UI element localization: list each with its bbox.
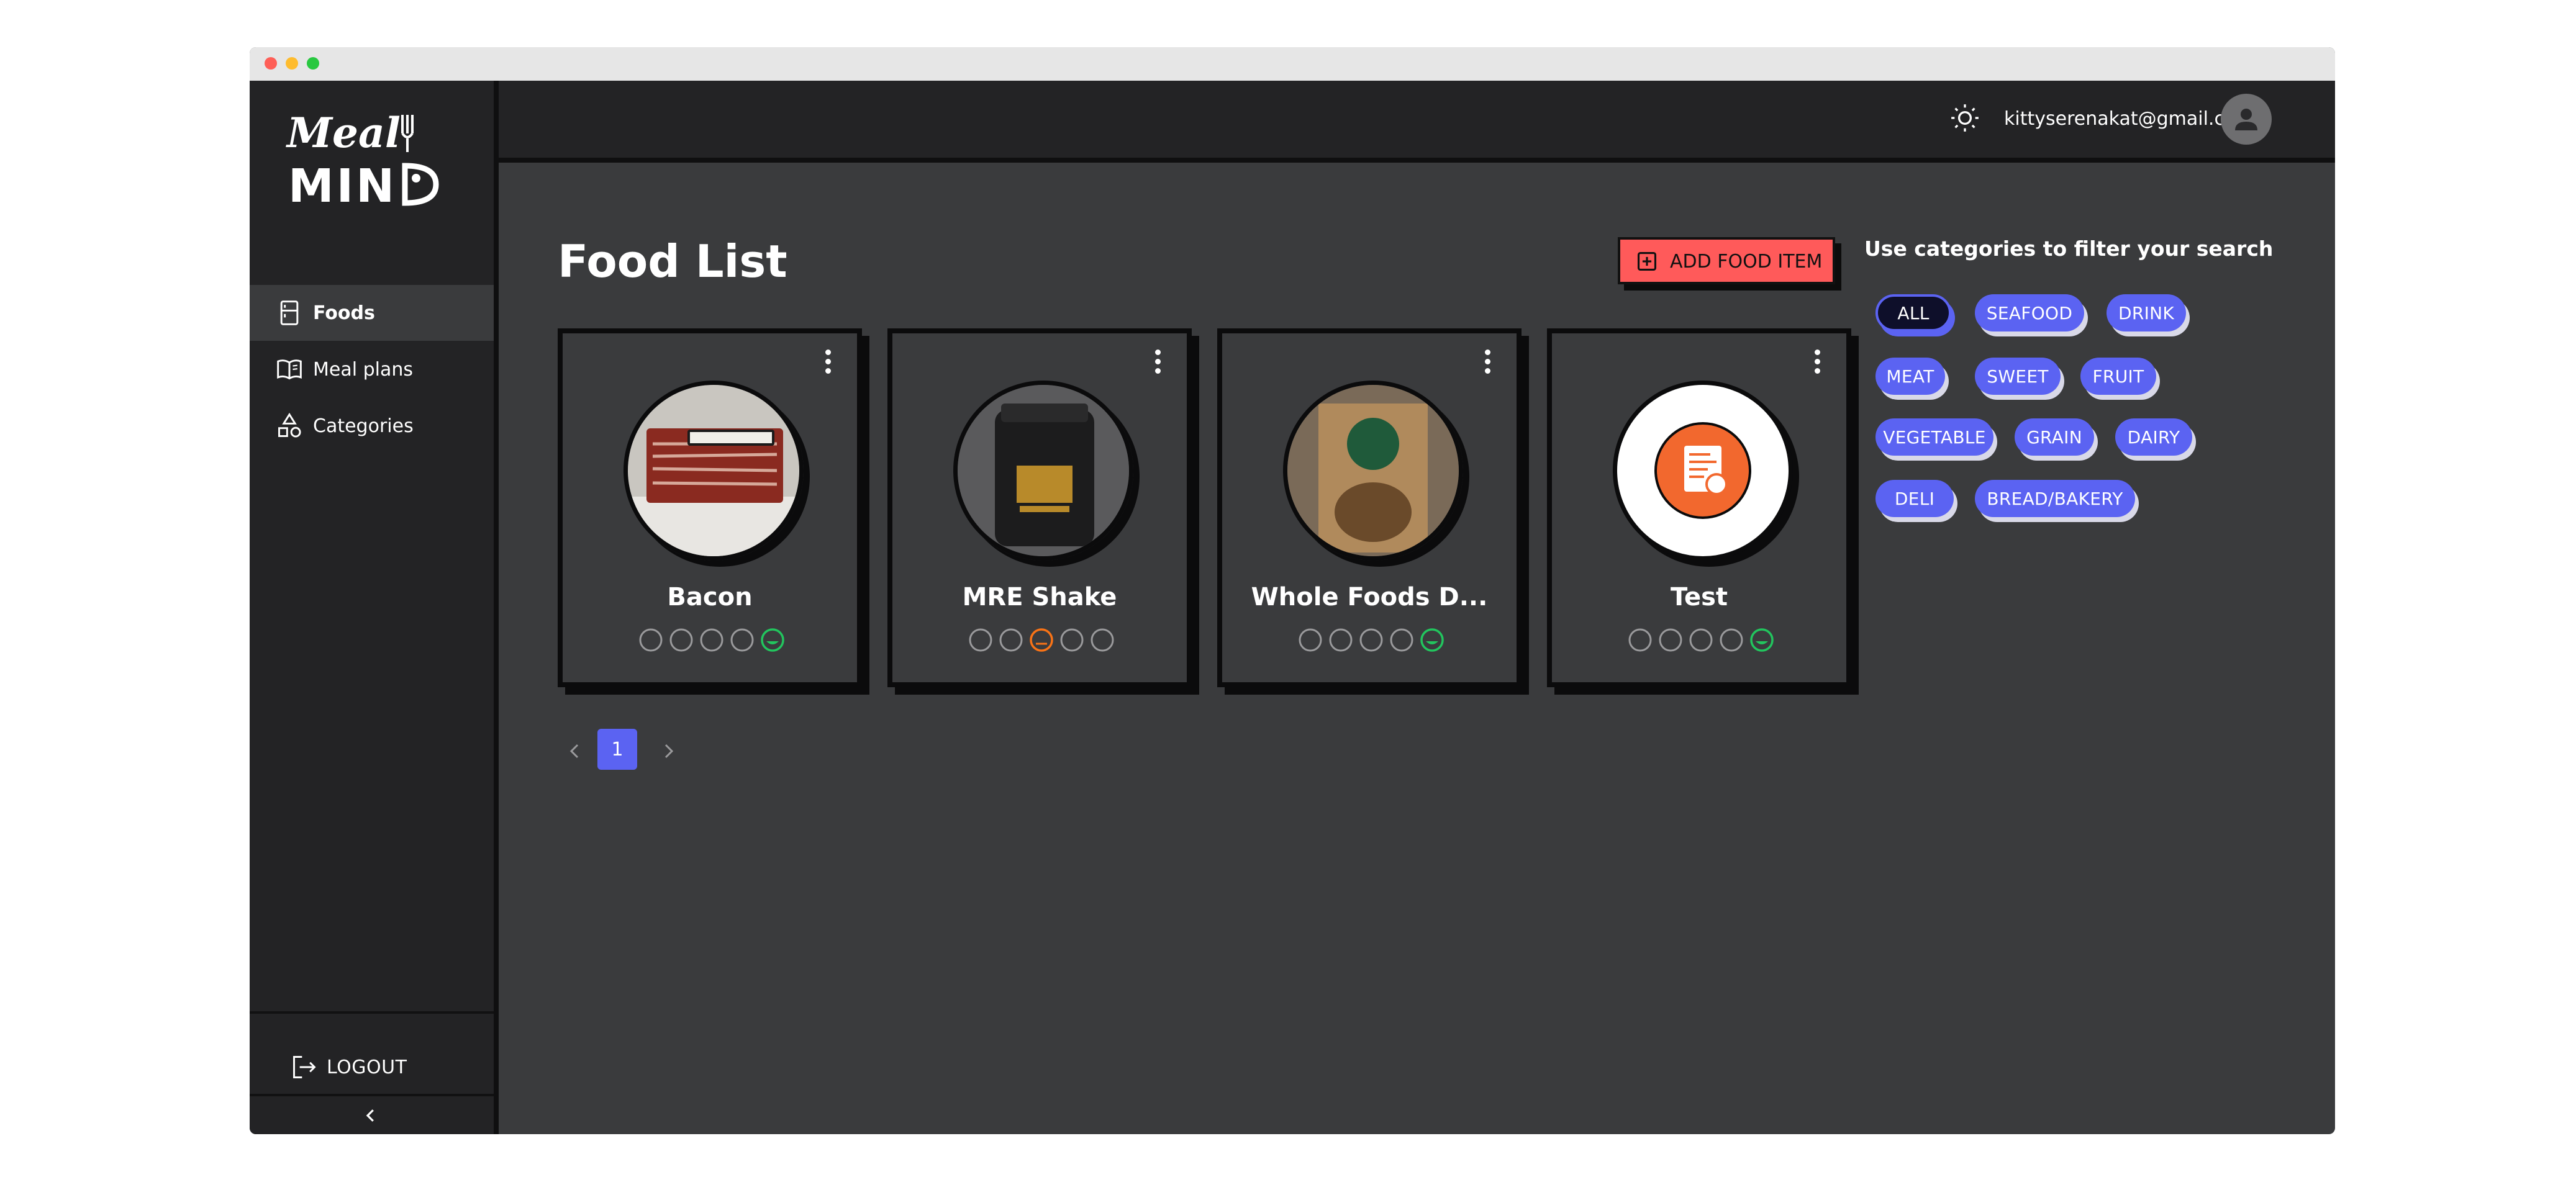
page-title: Food List xyxy=(558,235,787,287)
food-name: Whole Foods D... xyxy=(1251,583,1488,611)
category-chip-all[interactable]: ALL xyxy=(1875,294,1951,331)
category-chip-drink[interactable]: DRINK xyxy=(2107,294,2186,331)
food-placeholder-image xyxy=(1613,381,1793,561)
plus-square-icon xyxy=(1637,251,1657,271)
chevron-left-icon xyxy=(366,1109,374,1122)
category-chip-seafood[interactable]: SEAFOOD xyxy=(1975,294,2084,331)
food-name: MRE Shake xyxy=(962,583,1117,611)
food-name: Bacon xyxy=(667,583,753,611)
logout-button[interactable]: LOGOUT xyxy=(250,1045,494,1089)
category-chip-grain[interactable]: GRAIN xyxy=(2015,418,2094,456)
food-card[interactable]: MRE Shake xyxy=(887,328,1192,687)
top-bar: kittyserenakat@gmail.com xyxy=(499,81,2335,163)
rating-faces[interactable] xyxy=(1626,626,1782,654)
app-window: Meal MIN Foods Meal plans Categories LOG… xyxy=(250,47,2335,1134)
category-chip-fruit[interactable]: FRUIT xyxy=(2080,358,2156,395)
food-card[interactable]: Whole Foods D... xyxy=(1217,328,1522,687)
book-icon xyxy=(277,359,302,380)
window-titlebar xyxy=(250,47,2335,81)
shapes-icon xyxy=(278,412,301,438)
sidebar-item-meal-plans[interactable]: Meal plans xyxy=(250,341,494,397)
sidebar: Meal MIN Foods Meal plans Categories LOG… xyxy=(250,81,499,1134)
user-avatar[interactable] xyxy=(2221,94,2272,145)
sun-icon[interactable] xyxy=(1949,102,1980,133)
logout-label: LOGOUT xyxy=(327,1056,407,1078)
food-photo-mre-shake xyxy=(953,381,1133,561)
category-chip-dairy[interactable]: DAIRY xyxy=(2115,418,2192,456)
food-card[interactable]: Bacon xyxy=(558,328,862,687)
more-options-icon[interactable] xyxy=(1813,349,1821,377)
sidebar-item-label: Meal plans xyxy=(313,358,414,381)
collapse-sidebar-button[interactable] xyxy=(250,1096,494,1134)
category-chip-bread-bakery[interactable]: BREAD/BAKERY xyxy=(1975,480,2135,517)
sidebar-item-label: Foods xyxy=(313,302,375,324)
sidebar-item-foods[interactable]: Foods xyxy=(250,285,494,341)
food-list-icon xyxy=(1654,422,1751,519)
user-avatar-icon xyxy=(2235,109,2257,130)
food-photo-bacon xyxy=(624,381,804,561)
food-name: Test xyxy=(1670,583,1728,611)
rating-faces[interactable] xyxy=(637,626,792,654)
rating-faces[interactable] xyxy=(1297,626,1452,654)
rating-faces[interactable] xyxy=(967,626,1122,654)
meal-mind-logo: Meal MIN xyxy=(286,109,439,208)
chevron-right-icon[interactable] xyxy=(660,736,678,766)
filter-title: Use categories to filter your search xyxy=(1864,237,2274,261)
logout-icon xyxy=(293,1056,316,1078)
category-chip-sweet[interactable]: SWEET xyxy=(1975,358,2061,395)
chevron-left-icon[interactable] xyxy=(565,736,584,766)
more-options-icon[interactable] xyxy=(823,349,832,377)
fridge-icon xyxy=(280,300,299,325)
svg-text:MIN: MIN xyxy=(288,160,397,208)
food-card[interactable]: Test xyxy=(1547,328,1851,687)
more-options-icon[interactable] xyxy=(1483,349,1492,377)
user-email: kittyserenakat@gmail.com xyxy=(2004,108,2254,130)
sidebar-divider xyxy=(250,1011,494,1014)
add-food-item-label: ADD FOOD ITEM xyxy=(1670,251,1823,273)
add-food-item-button[interactable]: ADD FOOD ITEM xyxy=(1618,237,1835,284)
category-chip-meat[interactable]: MEAT xyxy=(1875,358,1945,395)
minimize-window-dot[interactable] xyxy=(286,57,298,70)
close-window-dot[interactable] xyxy=(265,57,277,70)
pagination-page-1[interactable]: 1 xyxy=(597,729,637,770)
svg-text:Meal: Meal xyxy=(286,109,401,157)
maximize-window-dot[interactable] xyxy=(307,57,319,70)
food-photo-whole-foods xyxy=(1283,381,1463,561)
category-chip-deli[interactable]: DELI xyxy=(1875,480,1954,517)
category-chip-vegetable[interactable]: VEGETABLE xyxy=(1875,418,1993,456)
sidebar-item-label: Categories xyxy=(313,415,414,437)
sidebar-item-categories[interactable]: Categories xyxy=(250,398,494,454)
more-options-icon[interactable] xyxy=(1153,349,1162,377)
